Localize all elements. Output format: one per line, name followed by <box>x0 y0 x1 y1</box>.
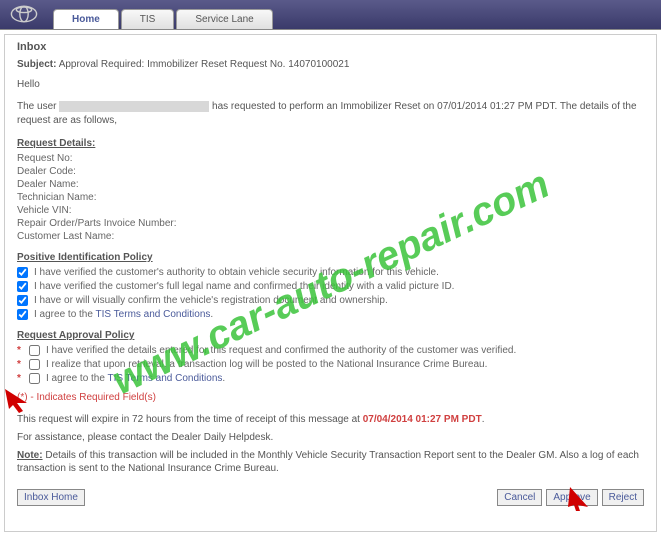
tabs-container: Home TIS Service Lane <box>53 9 273 29</box>
inbox-heading: Inbox <box>17 41 644 53</box>
tab-tis[interactable]: TIS <box>121 9 175 29</box>
user-prefix: The user <box>17 101 56 112</box>
note-label: Note: <box>17 450 43 461</box>
required-fields-note: (*) - Indicates Required Field(s) <box>17 392 644 403</box>
subject-label: Subject: <box>17 59 56 70</box>
positive-id-header: Positive Identification Policy <box>17 252 644 263</box>
required-asterisk-2: * <box>17 359 23 370</box>
approval-row-1: * I have verified the details entered fo… <box>17 345 644 356</box>
pid-row-3: I have or will visually confirm the vehi… <box>17 295 644 306</box>
redacted-user <box>59 101 209 112</box>
detail-dealer-code: Dealer Code: <box>17 166 644 177</box>
pid-row-4: I agree to the TIS Terms and Conditions. <box>17 309 644 320</box>
detail-dealer-name: Dealer Name: <box>17 179 644 190</box>
top-tab-bar: Home TIS Service Lane <box>0 0 661 30</box>
approve-button[interactable]: Approve <box>546 489 597 506</box>
pid-row-1: I have verified the customer's authority… <box>17 267 644 278</box>
pid-row-2: I have verified the customer's full lega… <box>17 281 644 292</box>
pid-checkbox-4[interactable] <box>17 309 28 320</box>
action-buttons: Cancel Approve Reject <box>497 489 644 506</box>
pid-checkbox-2[interactable] <box>17 281 28 292</box>
approval-checkbox-3[interactable] <box>29 373 40 384</box>
toyota-logo-icon <box>10 3 38 25</box>
pid-checkbox-3[interactable] <box>17 295 28 306</box>
approval-text-2: I realize that upon retrieval, a transac… <box>46 359 487 370</box>
pid-text-4: I agree to the TIS Terms and Conditions. <box>34 309 213 320</box>
request-details-header: Request Details: <box>17 138 644 149</box>
approval-row-3: * I agree to the TIS Terms and Condition… <box>17 373 644 384</box>
greeting: Hello <box>17 78 644 92</box>
detail-repair-order: Repair Order/Parts Invoice Number: <box>17 218 644 229</box>
cancel-button[interactable]: Cancel <box>497 489 542 506</box>
tis-terms-link-1[interactable]: TIS Terms and Conditions <box>96 309 211 320</box>
detail-customer-last: Customer Last Name: <box>17 231 644 242</box>
approval-row-2: * I realize that upon retrieval, a trans… <box>17 359 644 370</box>
inbox-home-button[interactable]: Inbox Home <box>17 489 85 506</box>
tis-terms-link-2[interactable]: TIS Terms and Conditions <box>108 373 223 384</box>
approval-checkbox-2[interactable] <box>29 359 40 370</box>
expiry-line: This request will expire in 72 hours fro… <box>17 413 644 427</box>
pid-text-3: I have or will visually confirm the vehi… <box>34 295 388 306</box>
tab-home[interactable]: Home <box>53 9 119 29</box>
required-asterisk-3: * <box>17 373 23 384</box>
pid-checkbox-1[interactable] <box>17 267 28 278</box>
request-summary: The user has requested to perform an Imm… <box>17 100 644 128</box>
pid-text-2: I have verified the customer's full lega… <box>34 281 454 292</box>
approval-checkbox-1[interactable] <box>29 345 40 356</box>
subject-line: Subject: Approval Required: Immobilizer … <box>17 59 644 70</box>
expiry-datetime: 07/04/2014 01:27 PM PDT <box>363 414 482 425</box>
tab-service-lane[interactable]: Service Lane <box>176 9 272 29</box>
main-panel: Inbox Subject: Approval Required: Immobi… <box>4 34 657 532</box>
approval-text-1: I have verified the details entered for … <box>46 345 516 356</box>
detail-request-no: Request No: <box>17 153 644 164</box>
approval-text-3: I agree to the TIS Terms and Conditions. <box>46 373 225 384</box>
approval-header: Request Approval Policy <box>17 330 644 341</box>
footer-bar: Inbox Home Cancel Approve Reject <box>17 489 644 506</box>
required-asterisk-1: * <box>17 345 23 356</box>
reject-button[interactable]: Reject <box>602 489 644 506</box>
note-line: Note: Details of this transaction will b… <box>17 449 644 475</box>
assistance-line: For assistance, please contact the Deale… <box>17 431 644 445</box>
subject-value: Approval Required: Immobilizer Reset Req… <box>59 59 350 70</box>
pid-text-1: I have verified the customer's authority… <box>34 267 439 278</box>
detail-vehicle-vin: Vehicle VIN: <box>17 205 644 216</box>
detail-technician-name: Technician Name: <box>17 192 644 203</box>
note-text: Details of this transaction will be incl… <box>17 450 639 474</box>
